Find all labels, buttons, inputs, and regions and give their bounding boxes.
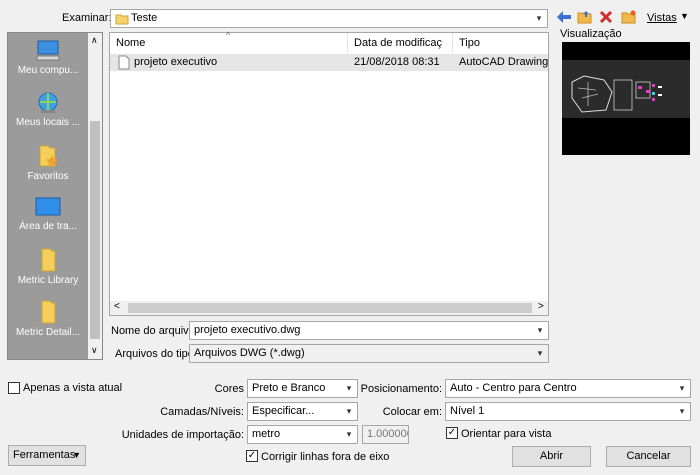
chevron-down-icon[interactable]: ▾ [343, 380, 355, 397]
column-header-date[interactable]: Data de modificaç [348, 33, 453, 53]
positioning-label: Posicionamento: [360, 383, 442, 395]
tools-button-label: Ferramentas [13, 449, 76, 461]
chevron-down-icon[interactable]: ▾ [343, 426, 355, 443]
computer-icon [36, 40, 60, 61]
chevron-down-icon[interactable]: ▾ [343, 403, 355, 420]
place-at-label: Colocar em: [382, 406, 442, 418]
file-list-hscrollbar[interactable]: < > [110, 301, 548, 315]
file-icon [118, 55, 130, 70]
favorites-folder-icon [39, 145, 58, 167]
current-view-only-checkbox[interactable] [8, 382, 20, 394]
scale-value: 1.000000 [367, 428, 409, 440]
colors-dropdown[interactable]: Preto e Branco ▾ [247, 379, 358, 398]
look-in-dropdown[interactable]: Teste ▾ [110, 9, 548, 28]
chevron-down-icon[interactable]: ▾ [676, 403, 688, 420]
chevron-down-icon[interactable]: ▾ [534, 322, 546, 339]
units-dropdown[interactable]: metro ▾ [247, 425, 358, 444]
filename-input[interactable]: projeto executivo.dwg ▾ [189, 321, 549, 340]
colors-label: Cores [214, 383, 244, 395]
look-in-value: Teste [131, 12, 158, 24]
scroll-left-icon[interactable]: < [114, 301, 120, 312]
table-row[interactable]: projeto executivo 21/08/2018 08:31 AutoC… [110, 54, 548, 71]
scroll-up-icon[interactable]: ∧ [91, 35, 98, 46]
place-at-value: Nível 1 [450, 405, 485, 417]
colors-value: Preto e Branco [252, 382, 326, 394]
orient-to-view-checkbox[interactable]: ✓ [446, 427, 458, 439]
places-scrollbar[interactable]: ∧ ∨ [88, 33, 102, 359]
layers-dropdown[interactable]: Especificar... ▾ [247, 402, 358, 421]
place-label: Meus locais ... [16, 117, 80, 128]
scroll-right-icon[interactable]: > [538, 301, 544, 312]
scale-input[interactable]: 1.000000 [362, 425, 409, 444]
place-at-dropdown[interactable]: Nível 1 ▾ [445, 402, 691, 421]
folder-icon [115, 14, 129, 25]
place-metric-library[interactable]: Metric Library [8, 247, 88, 286]
layers-value: Especificar... [252, 405, 315, 417]
filename-label: Nome do arquivo: [111, 325, 198, 337]
views-chevron-down-icon[interactable]: ▼ [680, 11, 689, 21]
place-my-network[interactable]: Meus locais ... [8, 91, 88, 128]
delete-icon[interactable] [599, 10, 613, 24]
correct-lines-checkbox[interactable]: ✓ [246, 450, 258, 462]
look-in-label: Examinar: [62, 12, 112, 24]
current-view-only-label: Apenas a vista atual [23, 382, 123, 394]
desktop-icon [35, 197, 61, 216]
scrollbar-thumb[interactable] [90, 121, 100, 339]
chevron-down-icon: ▼ [72, 450, 81, 460]
views-menu[interactable]: Vistas [647, 12, 677, 24]
chevron-down-icon[interactable]: ▾ [534, 345, 546, 362]
up-folder-icon[interactable] [577, 9, 593, 25]
chevron-down-icon[interactable]: ▾ [533, 10, 545, 27]
place-favorites[interactable]: Favoritos [8, 143, 88, 182]
filetype-value: Arquivos DWG (*.dwg) [194, 347, 305, 359]
positioning-value: Auto - Centro para Centro [450, 382, 577, 394]
tools-button[interactable]: Ferramentas ▼ [8, 445, 86, 466]
filetype-label: Arquivos do tipo: [115, 348, 197, 360]
places-bar: Meu compu... Meus locais ... Favoritos Á… [7, 32, 103, 360]
sort-ascending-icon: ^ [226, 30, 231, 40]
positioning-dropdown[interactable]: Auto - Centro para Centro ▾ [445, 379, 691, 398]
column-header-type[interactable]: Tipo [453, 33, 548, 53]
folder-icon [41, 248, 56, 272]
new-folder-icon[interactable] [621, 9, 637, 25]
folder-icon [41, 300, 56, 324]
preview-image [562, 42, 690, 155]
place-metric-detail[interactable]: Metric Detail... [8, 299, 88, 338]
units-value: metro [252, 428, 281, 440]
network-globe-icon [38, 92, 58, 113]
place-desktop[interactable]: Área de tra... [8, 195, 88, 232]
file-date: 21/08/2018 08:31 [354, 56, 440, 68]
place-label: Metric Detail... [16, 327, 80, 338]
place-label: Favoritos [27, 171, 69, 182]
file-name: projeto executivo [134, 56, 218, 68]
filename-value: projeto executivo.dwg [194, 324, 301, 336]
scroll-down-icon[interactable]: ∨ [91, 345, 98, 356]
file-type: AutoCAD Drawing [459, 56, 549, 68]
back-arrow-icon[interactable] [556, 10, 572, 24]
place-label: Área de tra... [19, 221, 77, 232]
layers-label: Camadas/Níveis: [160, 406, 244, 418]
file-list[interactable]: Nome ^ Data de modificaç Tipo projeto ex… [109, 30, 549, 316]
drawing-thumbnail [562, 60, 690, 118]
preview-label: Visualização [560, 28, 622, 40]
correct-lines-label: Corrigir linhas fora de eixo [261, 451, 390, 463]
place-label: Metric Library [17, 275, 79, 286]
place-label: Meu compu... [17, 65, 79, 76]
orient-to-view-label: Orientar para vista [461, 428, 552, 440]
place-my-computer[interactable]: Meu compu... [8, 39, 88, 76]
open-button[interactable]: Abrir [512, 446, 591, 467]
units-label: Unidades de importação: [121, 429, 244, 441]
filetype-dropdown[interactable]: Arquivos DWG (*.dwg) ▾ [189, 344, 549, 363]
cancel-button[interactable]: Cancelar [606, 446, 691, 467]
scrollbar-thumb[interactable] [128, 303, 532, 313]
chevron-down-icon[interactable]: ▾ [676, 380, 688, 397]
